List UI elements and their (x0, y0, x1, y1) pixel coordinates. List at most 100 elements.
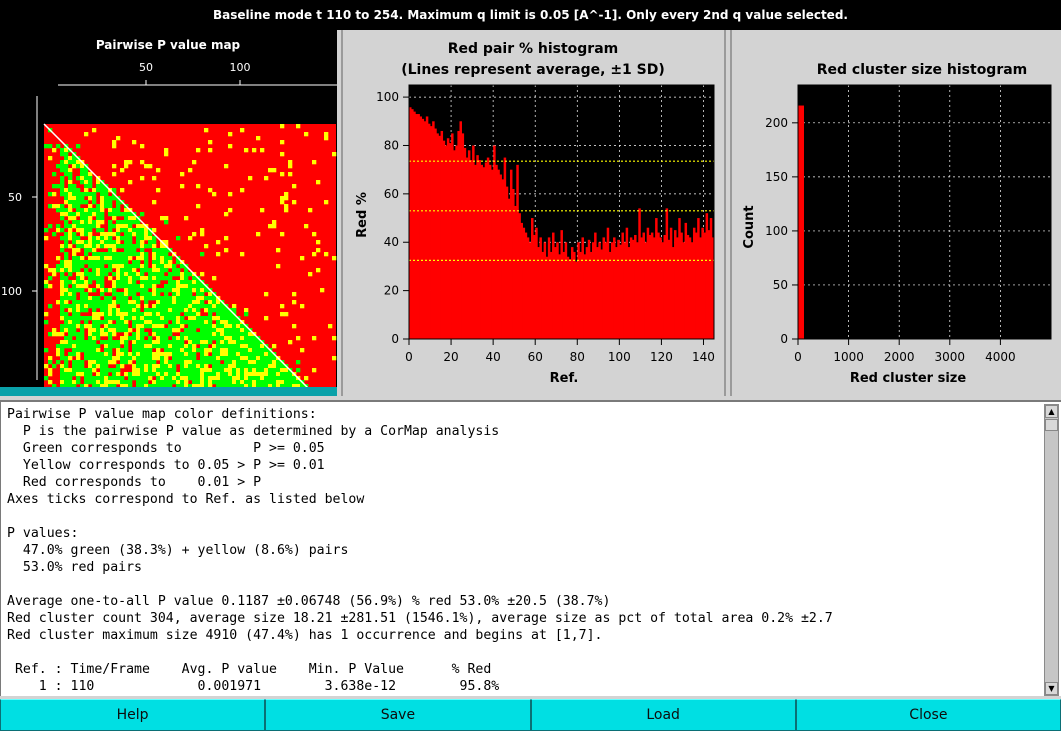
heatmap-cell (116, 208, 121, 213)
heatmap-cell (96, 184, 101, 189)
heatmap-cell (212, 360, 217, 365)
heatmap-cell (92, 376, 97, 381)
heatmap-cell (164, 356, 169, 361)
heatmap-cell (64, 316, 69, 321)
heatmap-cell (280, 124, 285, 129)
heatmap-cell (268, 224, 273, 229)
heatmap-cell (184, 356, 189, 361)
heatmap-cell (164, 336, 169, 341)
close-button[interactable]: Close (795, 699, 1061, 731)
heatmap-cell (92, 344, 97, 349)
heatmap-cell (76, 220, 81, 225)
load-button[interactable]: Load (530, 699, 796, 731)
heatmap-cell (100, 260, 105, 265)
heatmap-cell (96, 204, 101, 209)
heatmap-cell (244, 368, 249, 373)
heatmap-cell (80, 288, 85, 293)
heatmap-cell (120, 380, 125, 385)
heatmap-cell (124, 240, 129, 245)
heatmap-cell (260, 352, 265, 357)
heatmap-cell (204, 380, 209, 385)
heatmap-cell (136, 344, 141, 349)
heatmap-cell (284, 380, 289, 385)
save-button[interactable]: Save (265, 699, 531, 731)
results-text-area[interactable]: Pairwise P value map color definitions: … (0, 400, 1061, 696)
heatmap-cell (224, 344, 229, 349)
heatmap-cell (304, 388, 309, 393)
heatmap-cell (292, 384, 297, 389)
heatmap-cell (208, 380, 213, 385)
heatmap-cell (76, 340, 81, 345)
heatmap-cell (152, 264, 157, 269)
heatmap-cell (144, 360, 149, 365)
heatmap-cell (116, 312, 121, 317)
heatmap-cell (64, 252, 69, 257)
heatmap-cell (164, 296, 169, 301)
heatmap-cell (120, 296, 125, 301)
scroll-up-arrow-icon[interactable]: ▲ (1045, 405, 1058, 418)
heatmap-cell (312, 232, 317, 237)
heatmap-cell (84, 388, 89, 393)
heatmap-cell (188, 388, 193, 393)
heatmap-cell (124, 228, 129, 233)
heatmap-cell (220, 388, 225, 393)
heatmap-cell (172, 320, 177, 325)
help-button[interactable]: Help (0, 699, 266, 731)
heatmap-cell (136, 352, 141, 357)
heatmap-cell (108, 336, 113, 341)
heatmap-cell (92, 196, 97, 201)
heatmap-cell (96, 208, 101, 213)
heatmap-cell (108, 360, 113, 365)
heatmap-cell (324, 200, 329, 205)
heatmap-cell (92, 220, 97, 225)
scroll-down-arrow-icon[interactable]: ▼ (1045, 682, 1058, 695)
heatmap-cell (208, 368, 213, 373)
heatmap-cell (248, 348, 253, 353)
heatmap-cell (176, 288, 181, 293)
heatmap-cell (288, 340, 293, 345)
heatmap-cell (312, 368, 317, 373)
heatmap-cell (92, 276, 97, 281)
heatmap-cell (256, 344, 261, 349)
map-xtick-100: 100 (230, 61, 251, 74)
heatmap-cell (128, 268, 133, 273)
heatmap-cell (44, 264, 49, 269)
heatmap-cell (308, 272, 313, 277)
heatmap-cell (200, 304, 205, 309)
heatmap-cell (56, 388, 61, 393)
heatmap-cell (96, 388, 101, 393)
heatmap-cell (296, 392, 301, 397)
heatmap-cell (236, 332, 241, 337)
heatmap-cell (304, 376, 309, 381)
scroll-thumb[interactable] (1045, 419, 1058, 431)
heatmap-cell (172, 388, 177, 393)
heatmap-cell (80, 264, 85, 269)
heatmap-cell (156, 272, 161, 277)
heatmap-cell (48, 156, 53, 161)
heatmap-cell (64, 284, 69, 289)
heatmap-cell (72, 196, 77, 201)
heatmap-cell (104, 328, 109, 333)
heatmap-cell (72, 216, 77, 221)
heatmap-cell (92, 268, 97, 273)
heatmap-cell (108, 244, 113, 249)
heatmap-cell (220, 320, 225, 325)
heatmap-cell (56, 268, 61, 273)
heatmap-cell (256, 368, 261, 373)
heatmap-cell (68, 172, 73, 177)
heatmap-cell (208, 348, 213, 353)
heatmap-cell (132, 336, 137, 341)
heatmap-cell (204, 344, 209, 349)
heatmap-cell (228, 376, 233, 381)
heatmap-cell (292, 388, 297, 393)
heatmap-cell (128, 248, 133, 253)
heatmap-cell (52, 148, 57, 153)
heatmap-cell (72, 256, 77, 261)
heatmap-cell (156, 248, 161, 253)
heatmap-cell (80, 276, 85, 281)
heatmap-cell (84, 352, 89, 357)
vertical-scrollbar[interactable]: ▲ ▼ (1044, 404, 1059, 696)
heatmap-cell (72, 380, 77, 385)
heatmap-cell (108, 388, 113, 393)
heatmap-cell (284, 384, 289, 389)
